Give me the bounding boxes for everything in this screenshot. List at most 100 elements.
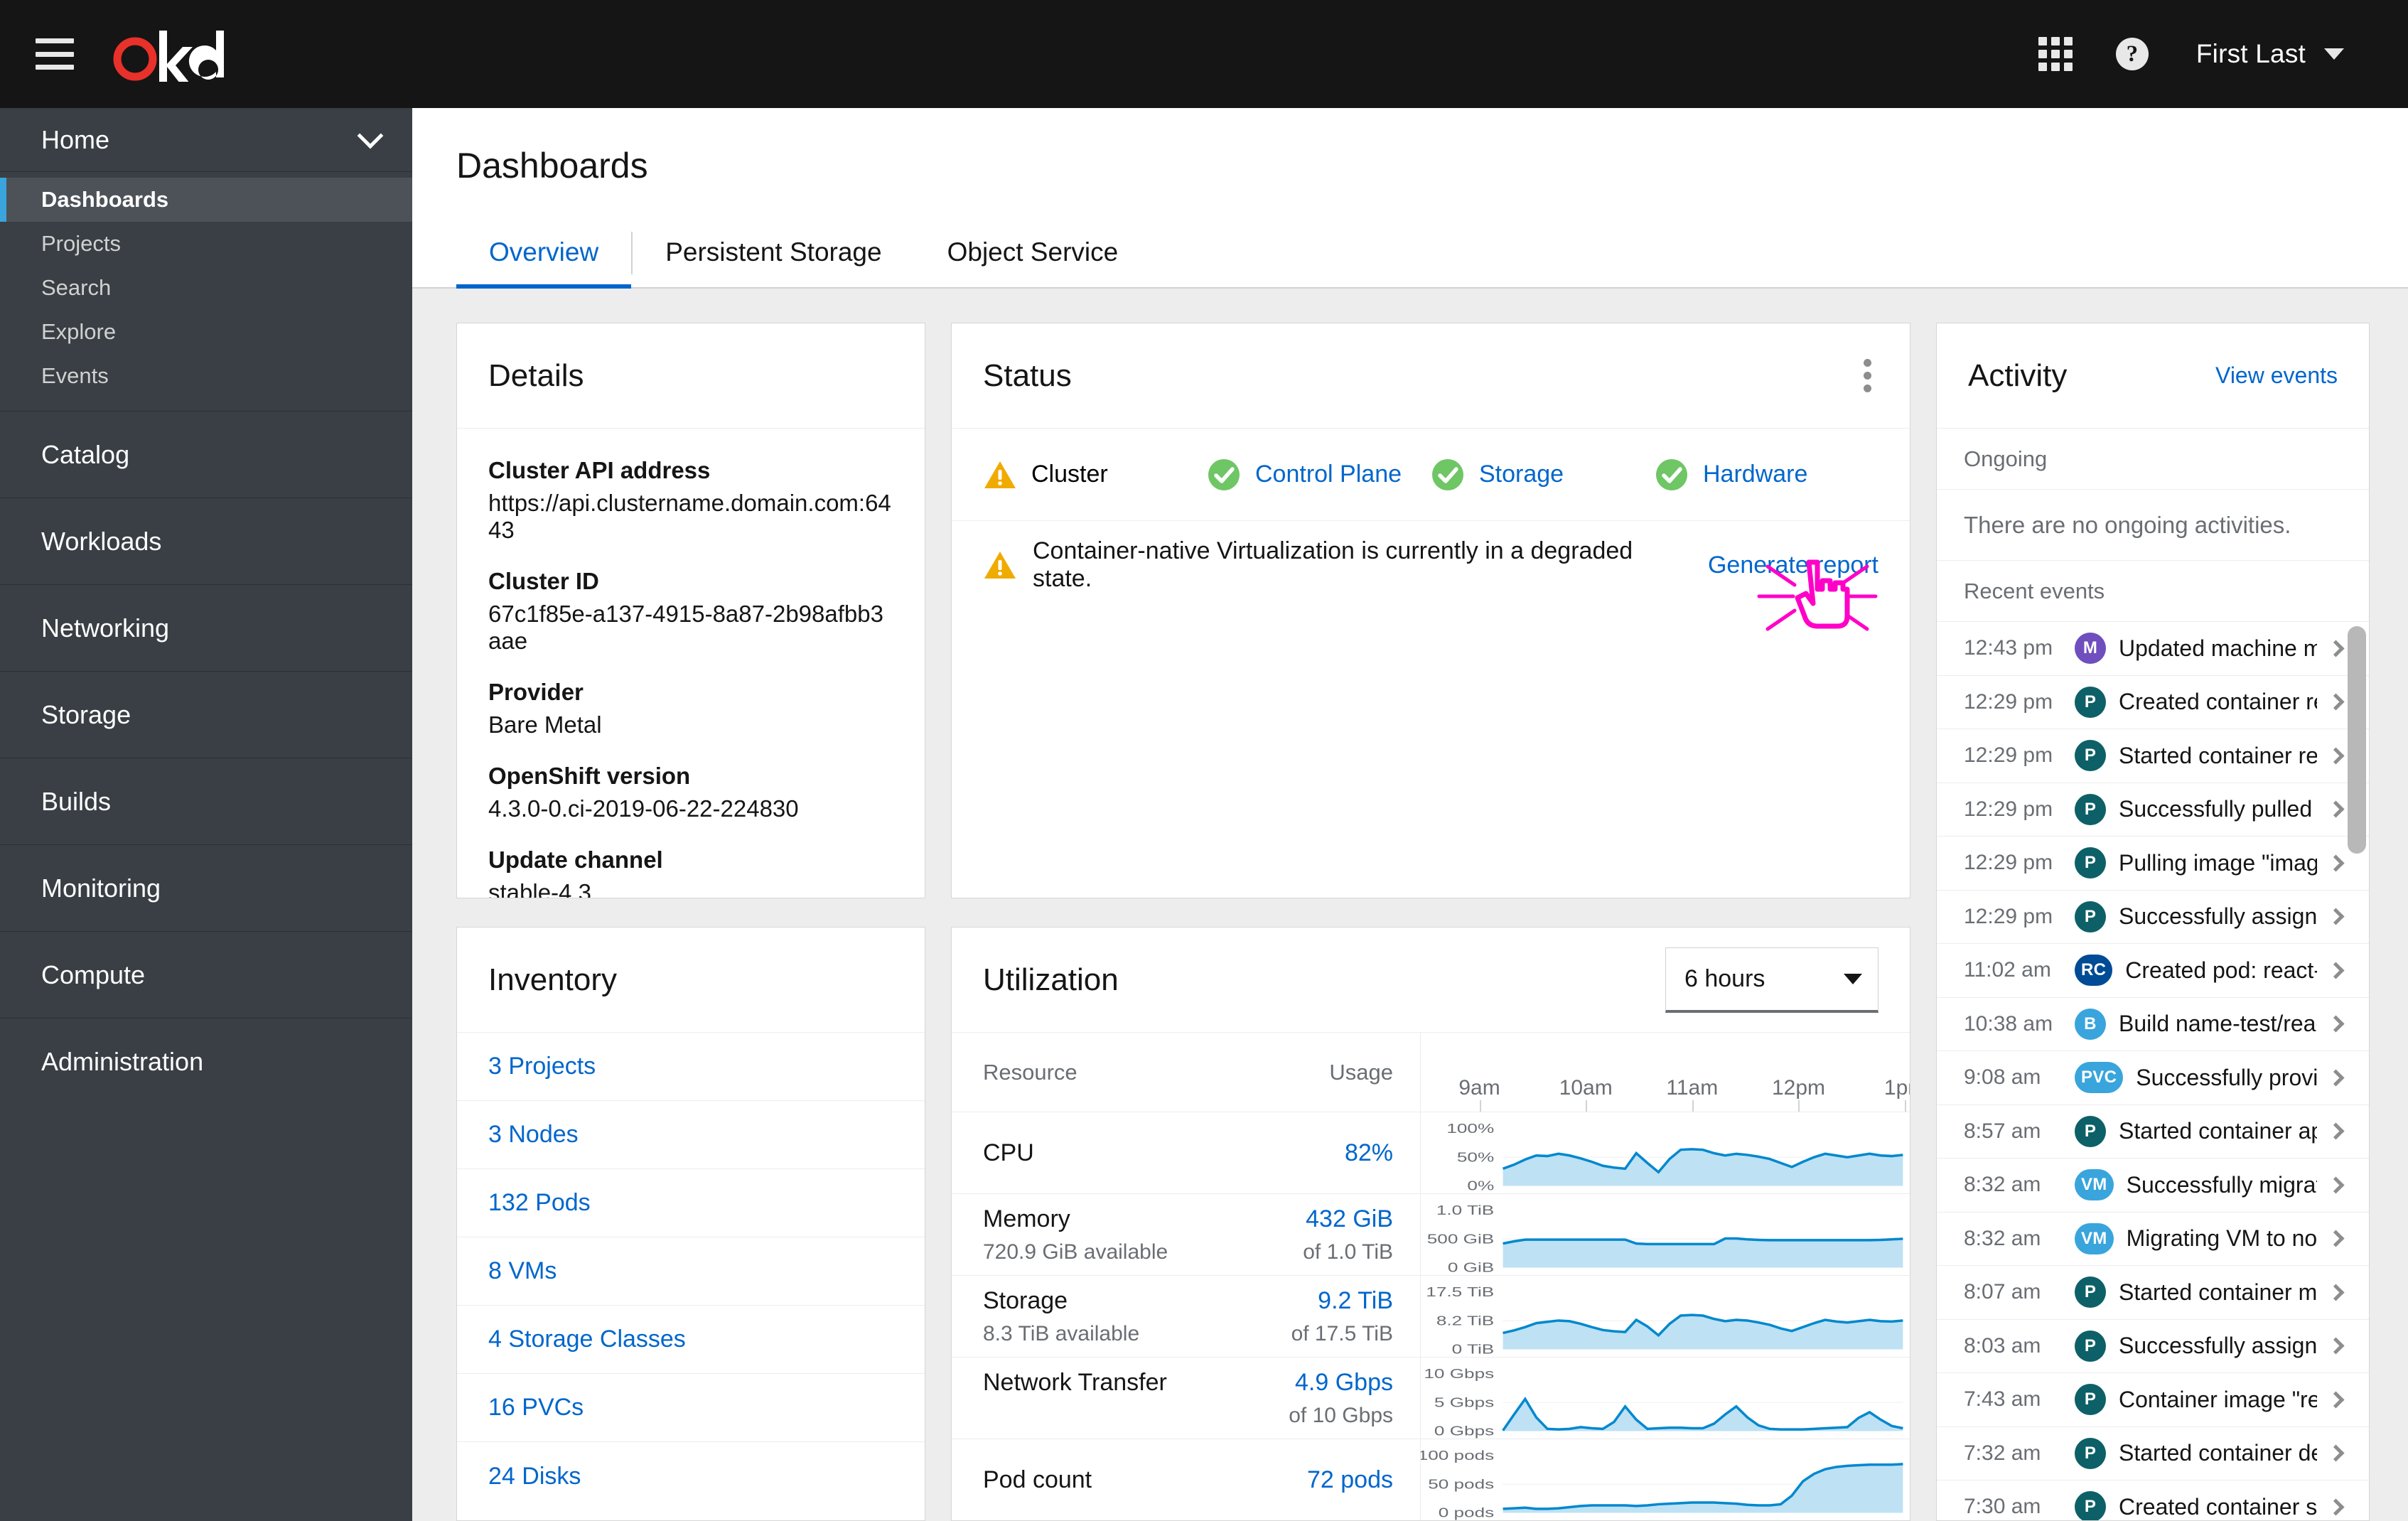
chevron-right-icon (2327, 1444, 2345, 1462)
help-button[interactable]: ? (2094, 18, 2171, 90)
sidebar-item-compute[interactable]: Compute (0, 931, 412, 1018)
detail-term: Update channel (488, 847, 663, 873)
sidebar-item-catalog[interactable]: Catalog (0, 411, 412, 498)
activity-event-item[interactable]: 8:07 am P Started container manag… (1937, 1266, 2369, 1320)
activity-recent-header: Recent events (1937, 561, 2369, 622)
duration-select[interactable]: 6 hours (1665, 947, 1878, 1013)
content-area: Dashboards Overview Persistent Storage O… (412, 108, 2408, 1521)
sidebar-item-events[interactable]: Events (0, 354, 412, 398)
utilization-card-title: Utilization (983, 962, 1119, 997)
activity-scrollbar[interactable] (2348, 626, 2366, 1520)
event-message: Started container deploy… (2119, 1440, 2317, 1466)
activity-event-item[interactable]: 9:08 am PVC Successfully provision… (1937, 1051, 2369, 1105)
inventory-row-disks[interactable]: 24 Disks (457, 1442, 925, 1510)
y-axis-tick-label: 0% (1467, 1179, 1494, 1193)
sparkline-pod-count: 0 pods 50 pods 100 pods (1421, 1439, 1910, 1520)
status-item-storage[interactable]: Storage (1431, 458, 1655, 492)
activity-event-item[interactable]: 12:29 pm P Created container reacta… (1937, 676, 2369, 729)
chevron-right-icon (2327, 800, 2345, 818)
event-message: Started container reacta… (2119, 742, 2317, 768)
event-time: 8:07 am (1964, 1280, 2041, 1304)
column-header-resource: Resource (983, 1059, 1077, 1085)
app-launcher-button[interactable] (2017, 18, 2094, 90)
resource-total: of 1.0 TiB (1303, 1240, 1393, 1264)
sidebar-item-label: Workloads (41, 526, 162, 556)
activity-event-item[interactable]: 8:32 am VM Successfully migrated V… (1937, 1159, 2369, 1213)
activity-event-item[interactable]: 8:32 am VM Migrating VM to node ip… (1937, 1213, 2369, 1266)
sidebar-item-storage[interactable]: Storage (0, 671, 412, 758)
activity-event-item[interactable]: 12:29 pm P Started container reacta… (1937, 729, 2369, 783)
activity-event-item[interactable]: 12:29 pm P Successfully assigned ap… (1937, 891, 2369, 944)
event-message: Created pod: react-web… (2125, 957, 2317, 983)
sidebar-item-search[interactable]: Search (0, 266, 412, 310)
inventory-row-vms[interactable]: 8 VMs (457, 1237, 925, 1306)
event-kind-badge: P (2075, 1384, 2106, 1416)
sidebar-item-builds[interactable]: Builds (0, 758, 412, 844)
inventory-row-pods[interactable]: 132 Pods (457, 1169, 925, 1237)
activity-scrollbar-thumb[interactable] (2348, 626, 2366, 854)
okd-logo[interactable] (111, 26, 239, 82)
utilization-row-pod-count: Pod count 72 pods (952, 1439, 1420, 1520)
utilization-row-cpu: CPU 82% (952, 1112, 1420, 1194)
activity-event-item[interactable]: 8:57 am P Started container appde… (1937, 1105, 2369, 1159)
event-message: Container image "registr… (2119, 1386, 2317, 1412)
sidebar-item-dashboards[interactable]: Dashboards (0, 178, 412, 222)
activity-event-item[interactable]: 7:43 am P Container image "registr… (1937, 1373, 2369, 1427)
sidebar-item-workloads[interactable]: Workloads (0, 498, 412, 584)
time-axis-tick-label: 1pm (1883, 1076, 1910, 1100)
sidebar-item-label: Catalog (41, 439, 130, 469)
status-item-hardware[interactable]: Hardware (1655, 458, 1878, 492)
inventory-row-storage-classes[interactable]: 4 Storage Classes (457, 1306, 925, 1374)
sidebar-item-projects[interactable]: Projects (0, 222, 412, 266)
activity-event-item[interactable]: 7:30 am P Created container sti-bu… (1937, 1480, 2369, 1520)
activity-event-item[interactable]: 8:03 am P Successfully assigned m… (1937, 1320, 2369, 1373)
chevron-down-icon (2324, 48, 2344, 60)
user-menu[interactable]: First Last (2171, 18, 2357, 90)
inventory-row-nodes[interactable]: 3 Nodes (457, 1101, 925, 1169)
chevron-right-icon (2327, 693, 2345, 711)
resource-available: 8.3 TiB available (983, 1321, 1140, 1345)
tab-bar: Overview Persistent Storage Object Servi… (412, 219, 2408, 289)
tab-overview[interactable]: Overview (456, 219, 632, 289)
tab-object-service[interactable]: Object Service (915, 219, 1151, 289)
activity-event-item[interactable]: 12:29 pm P Successfully pulled imag… (1937, 783, 2369, 837)
app-root: ? First Last Home Dashboards Projects Se… (0, 0, 2408, 1521)
activity-event-item[interactable]: 12:43 pm M Updated machine mynam… (1937, 622, 2369, 676)
sparkline-network-transfer: 0 Gbps 5 Gbps 10 Gbps (1421, 1358, 1910, 1439)
tab-persistent-storage[interactable]: Persistent Storage (633, 219, 914, 289)
event-message: Build name-test/react-we… (2119, 1011, 2317, 1037)
utilization-row-memory: Memory 432 GiB 720.9 GiB available of 1.… (952, 1194, 1420, 1276)
event-time: 12:29 pm (1964, 851, 2053, 875)
detail-term: Cluster ID (488, 568, 599, 594)
event-kind-badge: VM (2075, 1169, 2114, 1201)
activity-event-item[interactable]: 10:38 am B Build name-test/react-we… (1937, 998, 2369, 1051)
resource-name: Network Transfer (983, 1368, 1167, 1396)
activity-event-item[interactable]: 12:29 pm P Pulling image "image-re… (1937, 837, 2369, 891)
y-axis-tick-label: 100% (1446, 1122, 1494, 1136)
inventory-row-pvcs[interactable]: 16 PVCs (457, 1374, 925, 1442)
kebab-menu-icon[interactable] (1856, 352, 1878, 399)
warning-triangle-icon (983, 458, 1017, 492)
chevron-right-icon (2327, 1284, 2345, 1301)
activity-card: Activity View events Ongoing There are n… (1936, 323, 2370, 1521)
status-item-cluster[interactable]: Cluster (983, 458, 1207, 492)
inventory-row-projects[interactable]: 3 Projects (457, 1033, 925, 1101)
sidebar-subnav: Dashboards Projects Search Explore Event… (0, 172, 412, 411)
hamburger-icon[interactable] (36, 38, 74, 70)
activity-event-item[interactable]: 11:02 am RC Created pod: react-web… (1937, 944, 2369, 998)
inventory-row-label: 8 VMs (488, 1257, 557, 1284)
generate-report-link[interactable]: Generate report (1708, 552, 1878, 579)
resource-usage: 9.2 TiB (1318, 1286, 1393, 1314)
status-indicators: Cluster Control Plane Storage Hardware (952, 429, 1910, 521)
details-card-header: Details (457, 323, 925, 429)
sidebar-section-home[interactable]: Home (0, 108, 412, 172)
sidebar-item-networking[interactable]: Networking (0, 584, 412, 671)
sidebar-item-explore[interactable]: Explore (0, 310, 412, 354)
warning-triangle-icon (983, 548, 1017, 582)
sidebar-item-monitoring[interactable]: Monitoring (0, 844, 412, 931)
activity-event-item[interactable]: 7:32 am P Started container deploy… (1937, 1427, 2369, 1480)
check-circle-icon (1431, 458, 1465, 492)
view-events-link[interactable]: View events (2215, 362, 2338, 389)
sidebar-item-administration[interactable]: Administration (0, 1018, 412, 1105)
status-item-control-plane[interactable]: Control Plane (1207, 458, 1431, 492)
